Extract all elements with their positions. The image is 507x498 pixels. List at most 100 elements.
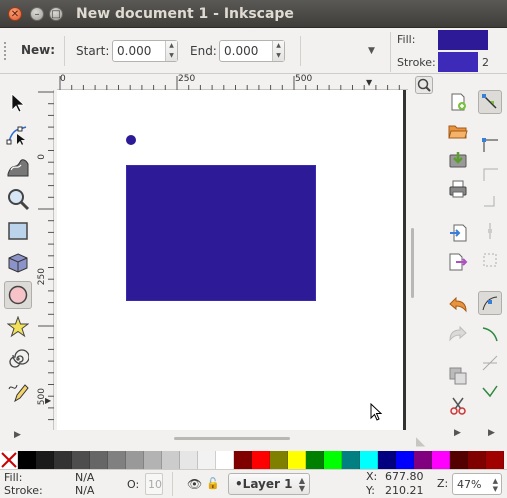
palette-swatch[interactable] [468, 451, 486, 469]
snap-bbox-centers-button[interactable] [478, 248, 502, 272]
snap-intersections-button[interactable] [478, 351, 502, 375]
snap-bbox-edges-button[interactable] [478, 161, 502, 185]
snap-bbox-midpoints-button[interactable] [478, 219, 502, 243]
import-icon [450, 224, 467, 242]
ellipse-tool[interactable] [4, 281, 32, 309]
palette-swatch[interactable] [36, 451, 54, 469]
page-border [403, 90, 406, 430]
palette-swatch[interactable] [72, 451, 90, 469]
horizontal-ruler[interactable]: 0 250 500 ▼ [57, 74, 408, 90]
undo-button[interactable] [446, 293, 470, 317]
palette-swatch[interactable] [162, 451, 180, 469]
snap-expand-arrow-icon[interactable]: ▶ [488, 428, 495, 438]
palette-swatch[interactable] [378, 451, 396, 469]
zoom-spinbox[interactable]: 47% ▲ ▼ [452, 473, 502, 495]
palette-swatch[interactable] [414, 451, 432, 469]
snap-paths-icon [482, 327, 498, 342]
palette-swatch[interactable] [342, 451, 360, 469]
start-spin-arrows[interactable]: ▲ ▼ [165, 41, 177, 61]
palette-swatch[interactable] [126, 451, 144, 469]
commands-expand-arrow-icon[interactable]: ▶ [454, 428, 461, 438]
toolbox: ▶ [0, 75, 36, 445]
spiral-tool[interactable] [4, 345, 32, 373]
palette-swatch[interactable] [90, 451, 108, 469]
current-layer-dropdown[interactable]: •Layer 1 ▲ ▼ [228, 473, 310, 495]
zoom-tool[interactable] [4, 185, 32, 213]
palette-swatch[interactable] [450, 451, 468, 469]
palette-swatch[interactable] [54, 451, 72, 469]
enable-snapping-button[interactable] [478, 90, 502, 114]
start-value[interactable]: 0.000 [113, 41, 165, 61]
open-button[interactable] [446, 119, 470, 143]
snap-bbox-button[interactable] [478, 132, 502, 156]
pencil-tool[interactable] [4, 377, 32, 405]
overflow-menu-arrow-icon[interactable]: ▼ [368, 46, 375, 56]
vertical-ruler[interactable]: 0 250 500 ▶ [36, 90, 54, 430]
end-spinbox[interactable]: 0.000 ▲ ▼ [219, 40, 285, 62]
redo-icon [449, 326, 467, 342]
palette-swatch[interactable] [432, 451, 450, 469]
palette-swatch[interactable] [144, 451, 162, 469]
h-ruler-label: 0 [60, 74, 66, 84]
node-tool[interactable] [4, 121, 32, 149]
palette-swatch[interactable] [18, 451, 36, 469]
palette-swatch[interactable] [252, 451, 270, 469]
zoom-corner-button[interactable] [415, 76, 433, 94]
palette-swatch[interactable] [270, 451, 288, 469]
start-spinbox[interactable]: 0.000 ▲ ▼ [112, 40, 178, 62]
zoom-icon [8, 189, 30, 211]
vertical-scrollbar[interactable] [411, 228, 414, 298]
snap-nodes-button[interactable] [478, 291, 502, 315]
3dbox-tool[interactable] [4, 249, 32, 277]
no-paint-swatch[interactable] [0, 451, 18, 469]
duplicate-button[interactable] [446, 364, 470, 388]
layer-lock-icon[interactable]: 🔓 [206, 477, 220, 490]
cut-button[interactable] [446, 394, 470, 418]
zoom-label: Z: [437, 477, 449, 490]
palette-swatch[interactable] [360, 451, 378, 469]
canvas-rectangle-object[interactable] [126, 165, 316, 301]
palette-swatch[interactable] [198, 451, 216, 469]
stroke-width-value[interactable]: 2 [482, 56, 489, 69]
import-button[interactable] [446, 221, 470, 245]
save-button[interactable] [446, 148, 470, 172]
end-spin-arrows[interactable]: ▲ ▼ [272, 41, 284, 61]
palette-swatch[interactable] [216, 451, 234, 469]
palette-swatch[interactable] [486, 451, 504, 469]
fill-swatch[interactable] [438, 30, 488, 50]
selector-tool[interactable] [4, 89, 32, 117]
tweak-tool[interactable] [4, 153, 32, 181]
redo-button[interactable] [446, 322, 470, 346]
palette-swatch[interactable] [288, 451, 306, 469]
snap-cusp-nodes-button[interactable] [478, 380, 502, 404]
canvas-circle-object[interactable] [126, 135, 136, 145]
rectangle-tool[interactable] [4, 217, 32, 245]
color-palette [0, 451, 507, 469]
snap-corners-icon [484, 196, 495, 207]
end-value[interactable]: 0.000 [220, 41, 272, 61]
close-window-button[interactable]: ✕ [8, 7, 22, 21]
zoom-spin-arrows-icon[interactable]: ▲ ▼ [493, 477, 498, 493]
export-button[interactable] [446, 250, 470, 274]
snap-bbox-corners-button[interactable] [478, 190, 502, 214]
zoom-value[interactable]: 47% [457, 478, 481, 491]
star-tool[interactable] [4, 313, 32, 341]
layer-visibility-icon[interactable]: 👁 [187, 477, 202, 491]
print-button[interactable] [446, 177, 470, 201]
toolbox-expand-arrow-icon[interactable]: ▶ [14, 430, 21, 440]
palette-swatch[interactable] [396, 451, 414, 469]
palette-swatch[interactable] [324, 451, 342, 469]
toolbar-grip[interactable] [3, 41, 8, 61]
palette-swatch[interactable] [108, 451, 126, 469]
maximize-window-button[interactable]: □ [49, 7, 63, 21]
drawing-canvas[interactable] [57, 90, 405, 430]
snap-paths-button[interactable] [478, 322, 502, 346]
stroke-swatch[interactable] [438, 52, 478, 72]
minimize-window-button[interactable]: – [30, 7, 44, 21]
palette-swatch[interactable] [306, 451, 324, 469]
opacity-spinbox[interactable]: 10 [145, 473, 163, 495]
horizontal-scrollbar[interactable] [174, 437, 290, 440]
palette-swatch[interactable] [234, 451, 252, 469]
new-document-button[interactable] [446, 90, 470, 114]
palette-swatch[interactable] [180, 451, 198, 469]
